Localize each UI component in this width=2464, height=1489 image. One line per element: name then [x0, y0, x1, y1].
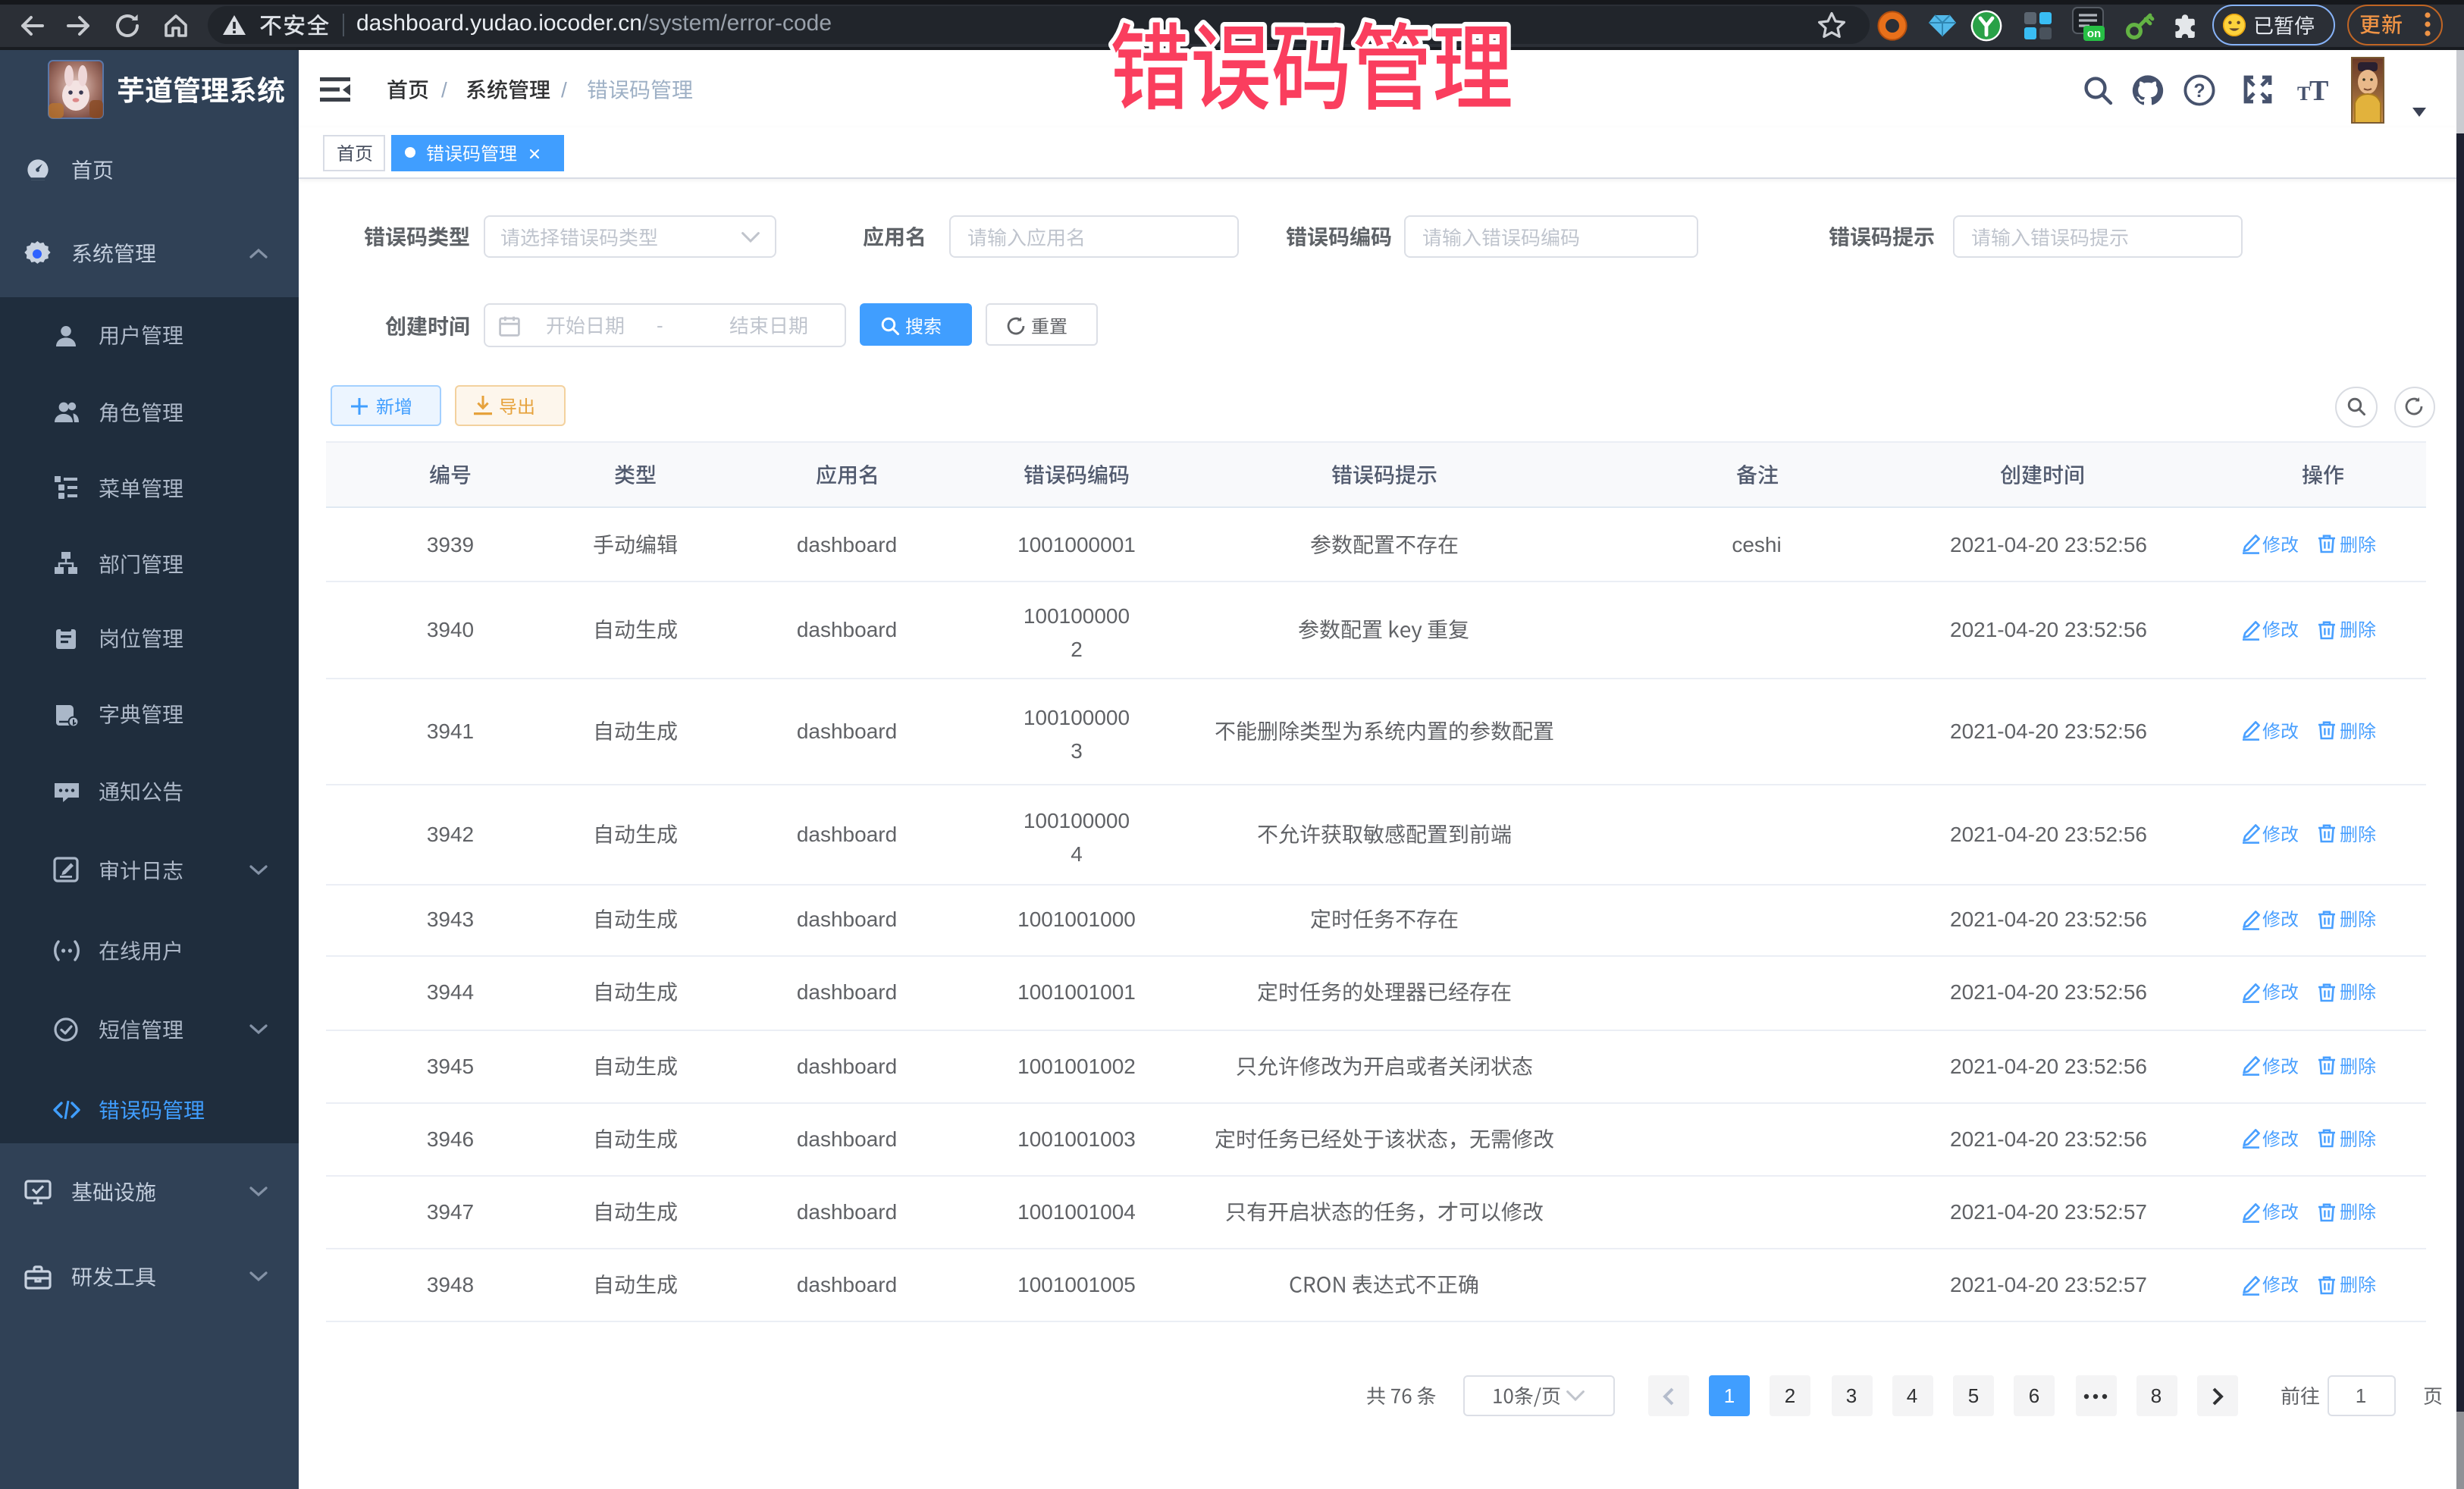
svg-text:T: T: [2309, 75, 2328, 107]
svg-text:?: ?: [2193, 80, 2204, 101]
svg-text:on: on: [2087, 27, 2101, 39]
svg-text:T: T: [2296, 83, 2309, 105]
